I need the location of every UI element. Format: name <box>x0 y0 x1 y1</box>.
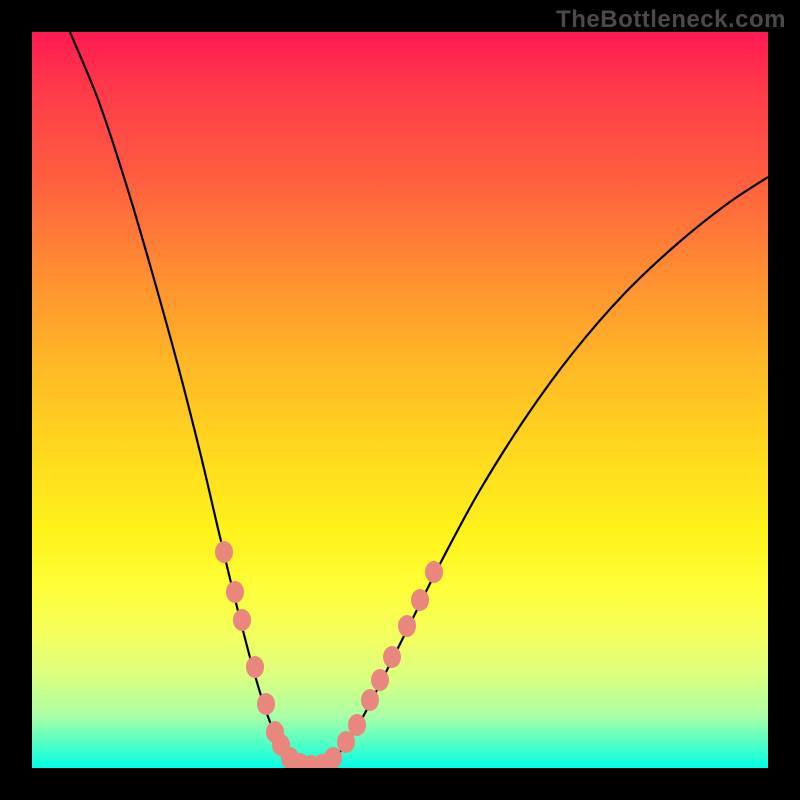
data-point <box>226 581 244 603</box>
data-point <box>348 714 366 736</box>
chart-frame: TheBottleneck.com <box>0 0 800 800</box>
right-curve-path <box>325 177 768 766</box>
data-point <box>398 615 416 637</box>
data-point <box>411 589 429 611</box>
data-point <box>215 541 233 563</box>
watermark-text: TheBottleneck.com <box>556 6 786 34</box>
curve-layer <box>32 32 768 768</box>
data-point <box>371 669 389 691</box>
data-point <box>246 656 264 678</box>
data-point <box>233 609 251 631</box>
data-point <box>324 747 342 768</box>
data-point <box>257 693 275 715</box>
data-point <box>361 689 379 711</box>
data-point <box>383 646 401 668</box>
left-curve-path <box>70 32 298 766</box>
plot-area <box>32 32 768 768</box>
data-point <box>425 561 443 583</box>
